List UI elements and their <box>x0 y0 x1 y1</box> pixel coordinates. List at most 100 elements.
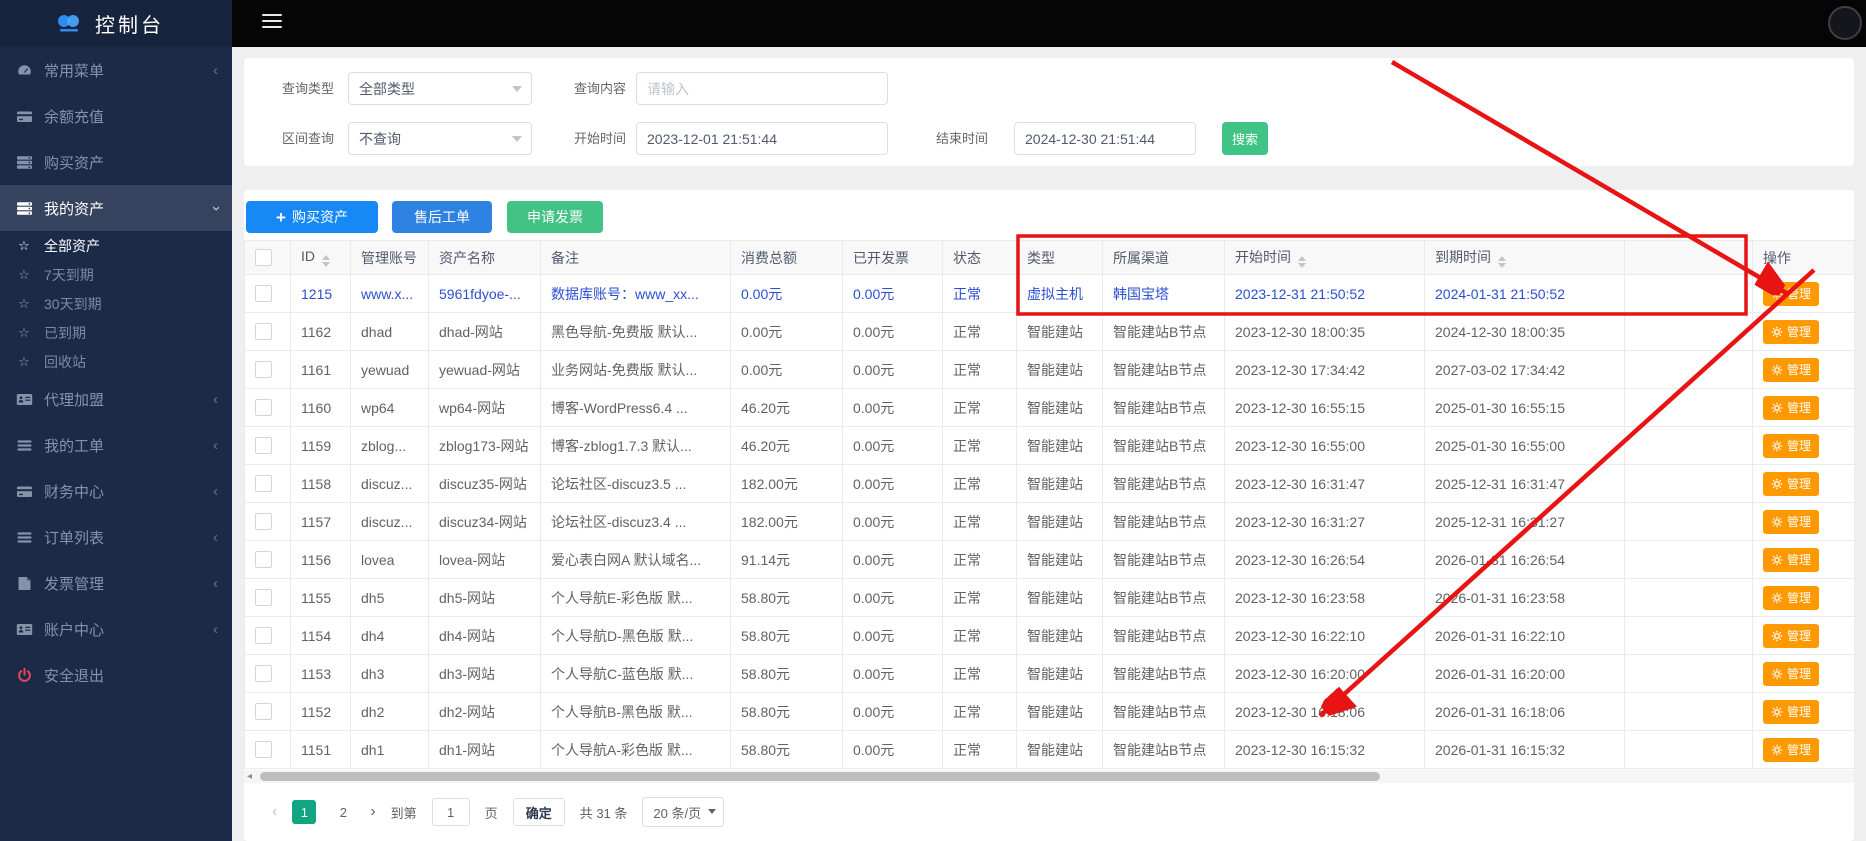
cell-asset-name: dh3-网站 <box>429 655 541 693</box>
sidebar-item-buy-assets[interactable]: 购买资产 <box>0 139 232 185</box>
cell-actions: 管理 <box>1753 313 1855 351</box>
sidebar-sub-expired[interactable]: ☆ 已到期 <box>0 318 232 347</box>
cell-type: 智能建站 <box>1017 351 1103 389</box>
scrollbar-thumb[interactable] <box>260 772 1380 781</box>
hamburger-menu-icon[interactable] <box>262 14 282 30</box>
cell-invoiced: 0.00元 <box>843 617 943 655</box>
apply-invoice-button[interactable]: 申请发票 <box>507 201 603 233</box>
table-row: 1156 lovea lovea-网站 爱心表白网A 默认域名... 91.14… <box>245 541 1855 579</box>
sort-icon[interactable] <box>1298 256 1306 268</box>
start-time-input[interactable]: 2023-12-01 21:51:44 <box>636 122 888 155</box>
manage-button[interactable]: 管理 <box>1763 358 1819 382</box>
manage-button[interactable]: 管理 <box>1763 700 1819 724</box>
cell-actions: 管理 <box>1753 465 1855 503</box>
sidebar-item-common-menu[interactable]: 常用菜单 ‹ <box>0 47 232 93</box>
sidebar-item-finance-center[interactable]: 财务中心 ‹ <box>0 468 232 514</box>
sort-icon[interactable] <box>322 255 330 267</box>
sidebar-sub-7day-expire[interactable]: ☆ 7天到期 <box>0 260 232 289</box>
cell-filler <box>1625 579 1753 617</box>
cell-account: dh1 <box>351 731 429 769</box>
sidebar-item-agent-join[interactable]: 代理加盟 ‹ <box>0 376 232 422</box>
sidebar-sub-recycle-bin[interactable]: ☆ 回收站 <box>0 347 232 376</box>
cell-invoiced: 0.00元 <box>843 731 943 769</box>
manage-button[interactable]: 管理 <box>1763 510 1819 534</box>
confirm-button[interactable]: 确定 <box>513 798 565 826</box>
query-type-select[interactable]: 全部类型 <box>348 72 532 105</box>
cell-channel: 智能建站B节点 <box>1103 503 1225 541</box>
cell-actions: 管理 <box>1753 579 1855 617</box>
select-all-checkbox[interactable] <box>255 249 272 266</box>
row-checkbox[interactable] <box>255 323 272 340</box>
cell-total-spend: 182.00元 <box>731 503 843 541</box>
row-checkbox[interactable] <box>255 475 272 492</box>
avatar[interactable] <box>1828 6 1862 40</box>
sidebar-item-my-assets[interactable]: 我的资产 ‹ <box>0 185 232 231</box>
manage-button[interactable]: 管理 <box>1763 586 1819 610</box>
manage-button[interactable]: 管理 <box>1763 548 1819 572</box>
header-id: ID <box>291 241 351 275</box>
sidebar-sub-30day-expire[interactable]: ☆ 30天到期 <box>0 289 232 318</box>
end-time-input[interactable]: 2024-12-30 21:51:44 <box>1014 122 1196 155</box>
row-checkbox[interactable] <box>255 665 272 682</box>
search-button[interactable]: 搜索 <box>1222 122 1268 155</box>
cell-expire-time: 2027-03-02 17:34:42 <box>1425 351 1625 389</box>
aftersale-ticket-button[interactable]: 售后工单 <box>392 201 492 233</box>
row-checkbox[interactable] <box>255 513 272 530</box>
row-checkbox[interactable] <box>255 285 272 302</box>
cell-channel: 智能建站B节点 <box>1103 351 1225 389</box>
star-icon: ☆ <box>17 267 31 283</box>
row-checkbox[interactable] <box>255 627 272 644</box>
page-size-select[interactable]: 20 条/页 <box>642 797 724 827</box>
sidebar-item-logout[interactable]: 安全退出 <box>0 652 232 698</box>
manage-button[interactable]: 管理 <box>1763 282 1819 306</box>
page-button-1[interactable]: 1 <box>292 800 316 824</box>
page-button-2[interactable]: 2 <box>331 800 355 824</box>
chevron-down-icon: ‹ <box>208 206 223 211</box>
row-checkbox[interactable] <box>255 399 272 416</box>
star-icon: ☆ <box>17 354 31 370</box>
cell-type: 智能建站 <box>1017 541 1103 579</box>
cell-id: 1157 <box>291 503 351 541</box>
manage-button[interactable]: 管理 <box>1763 434 1819 458</box>
manage-button[interactable]: 管理 <box>1763 320 1819 344</box>
manage-button[interactable]: 管理 <box>1763 738 1819 762</box>
sidebar-item-invoice-management[interactable]: 发票管理 ‹ <box>0 560 232 606</box>
row-checkbox[interactable] <box>255 551 272 568</box>
row-checkbox[interactable] <box>255 437 272 454</box>
goto-page-input[interactable] <box>432 798 470 826</box>
cell-remark: 论坛社区-discuz3.5 ... <box>541 465 731 503</box>
query-content-input[interactable] <box>636 72 888 105</box>
cell-account: dhad <box>351 313 429 351</box>
next-page-icon[interactable]: › <box>370 803 375 821</box>
manage-button[interactable]: 管理 <box>1763 624 1819 648</box>
row-checkbox[interactable] <box>255 361 272 378</box>
prev-page-icon[interactable]: ‹ <box>272 803 277 821</box>
row-checkbox[interactable] <box>255 703 272 720</box>
cell-actions: 管理 <box>1753 351 1855 389</box>
cell-invoiced: 0.00元 <box>843 351 943 389</box>
cell-filler <box>1625 351 1753 389</box>
range-query-select[interactable]: 不查询 <box>348 122 532 155</box>
cell-expire-time: 2025-12-31 16:31:47 <box>1425 465 1625 503</box>
cell-id: 1154 <box>291 617 351 655</box>
sidebar-item-order-list[interactable]: 订单列表 ‹ <box>0 514 232 560</box>
sort-icon[interactable] <box>1498 256 1506 268</box>
cell-total-spend: 58.80元 <box>731 579 843 617</box>
manage-button[interactable]: 管理 <box>1763 396 1819 420</box>
sidebar-item-account-center[interactable]: 账户中心 ‹ <box>0 606 232 652</box>
cell-filler <box>1625 275 1753 313</box>
cell-start-time: 2023-12-30 18:00:35 <box>1225 313 1425 351</box>
sidebar-item-balance-recharge[interactable]: 余额充值 <box>0 93 232 139</box>
buy-assets-button[interactable]: + 购买资产 <box>246 201 378 233</box>
manage-button[interactable]: 管理 <box>1763 472 1819 496</box>
row-checkbox[interactable] <box>255 589 272 606</box>
cell-account: discuz... <box>351 465 429 503</box>
sidebar-item-my-tickets[interactable]: 我的工单 ‹ <box>0 422 232 468</box>
cell-channel: 智能建站B节点 <box>1103 541 1225 579</box>
row-checkbox[interactable] <box>255 741 272 758</box>
sidebar-sub-all-assets[interactable]: ☆ 全部资产 <box>0 231 232 260</box>
cell-checkbox <box>245 275 291 313</box>
gear-icon <box>1771 706 1783 718</box>
cell-status: 正常 <box>943 579 1017 617</box>
manage-button[interactable]: 管理 <box>1763 662 1819 686</box>
